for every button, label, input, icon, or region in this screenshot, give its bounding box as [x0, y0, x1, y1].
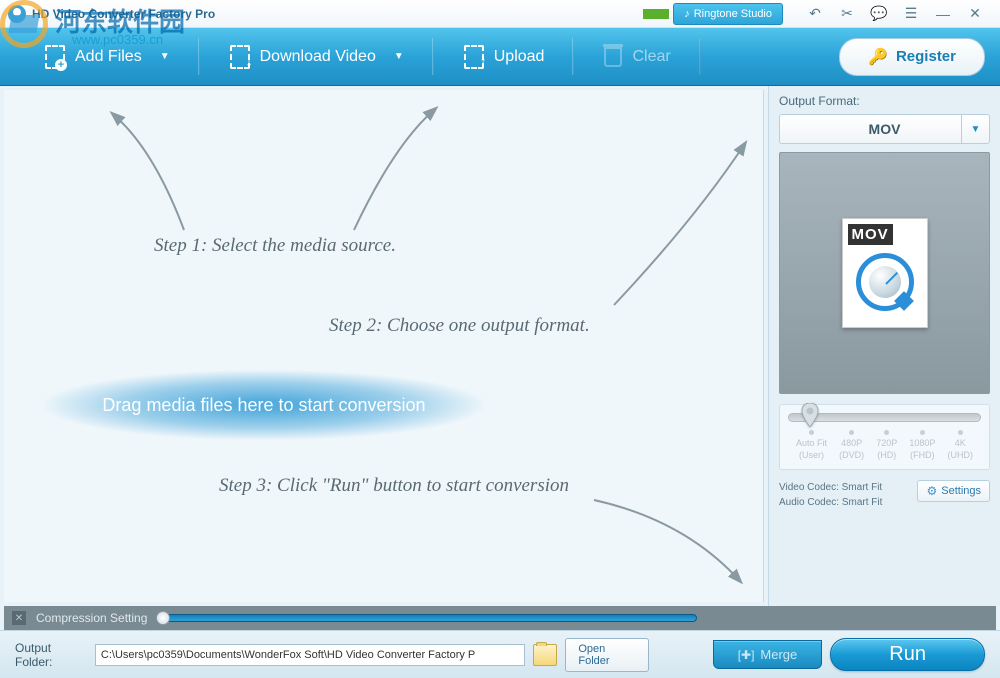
upload-icon	[464, 45, 484, 69]
sidebar: Output Format: MOV ▼ MOV Auto Fit(User) …	[768, 86, 1000, 606]
compression-bar: ✕ Compression Setting	[4, 606, 996, 630]
chevron-down-icon: ▼	[394, 51, 404, 62]
output-format-select[interactable]: MOV ▼	[779, 114, 990, 144]
merge-icon: [✚]	[738, 648, 755, 662]
compression-close-icon[interactable]: ✕	[12, 611, 26, 625]
quality-slider[interactable]	[788, 413, 981, 422]
main-toolbar: Add Files ▼ Download Video ▼ Upload Clea…	[0, 28, 1000, 86]
clear-button[interactable]: Clear	[574, 28, 700, 85]
slider-thumb-icon[interactable]	[801, 403, 819, 427]
add-files-button[interactable]: Add Files ▼	[15, 28, 200, 85]
register-button[interactable]: 🔑 Register	[839, 38, 985, 76]
bottom-bar: Output Folder: Open Folder [✚] Merge Run	[0, 630, 1000, 678]
format-preview: MOV	[779, 152, 990, 394]
codec-info: Video Codec: Smart Fit Audio Codec: Smar…	[779, 480, 882, 510]
quality-panel: Auto Fit(User) 480P(DVD) 720P(HD) 1080P(…	[779, 404, 990, 470]
title-bar: HD Video Converter Factory Pro ♪ Rington…	[0, 0, 1000, 28]
screenshot-icon[interactable]: ✂	[840, 7, 854, 21]
browse-folder-button[interactable]	[533, 644, 557, 666]
ringtone-studio-button[interactable]: ♪ Ringtone Studio	[673, 3, 783, 25]
key-icon: 🔑	[868, 47, 888, 67]
quality-options: Auto Fit(User) 480P(DVD) 720P(HD) 1080P(…	[788, 430, 981, 461]
add-file-icon	[45, 45, 65, 69]
output-format-label: Output Format:	[779, 94, 990, 108]
quality-480p[interactable]: 480P(DVD)	[839, 430, 864, 461]
close-icon[interactable]: ✕	[968, 7, 982, 21]
slider-thumb-icon[interactable]	[156, 611, 170, 625]
merge-button[interactable]: [✚] Merge	[713, 640, 823, 669]
app-icon	[8, 5, 26, 23]
hint-step3: Step 3: Click "Run" button to start conv…	[219, 475, 569, 497]
quality-autofit[interactable]: Auto Fit(User)	[796, 430, 827, 461]
trash-icon	[604, 47, 622, 67]
drop-area[interactable]: Step 1: Select the media source. Step 2:…	[4, 90, 764, 602]
hint-step1: Step 1: Select the media source.	[154, 235, 396, 257]
output-folder-label: Output Folder:	[15, 641, 87, 669]
compression-slider[interactable]	[157, 614, 697, 622]
upload-button[interactable]: Upload	[434, 28, 575, 85]
mov-format-icon: MOV	[842, 218, 928, 328]
menu-icon[interactable]: ☰	[904, 7, 918, 21]
settings-button[interactable]: ⚙ Settings	[917, 480, 990, 502]
open-folder-button[interactable]: Open Folder	[565, 638, 648, 672]
chevron-down-icon: ▼	[961, 115, 989, 143]
hint-step2: Step 2: Choose one output format.	[329, 315, 590, 337]
message-icon[interactable]: 💬	[872, 7, 886, 21]
gear-icon: ⚙	[926, 484, 937, 498]
new-badge-icon	[643, 9, 669, 19]
quality-720p[interactable]: 720P(HD)	[876, 430, 897, 461]
chevron-down-icon: ▼	[160, 51, 170, 62]
minimize-icon[interactable]: —	[936, 7, 950, 21]
quality-1080p[interactable]: 1080P(FHD)	[909, 430, 935, 461]
download-icon	[230, 45, 250, 69]
undo-icon[interactable]: ↶	[808, 7, 822, 21]
quality-4k[interactable]: 4K(UHD)	[947, 430, 973, 461]
drag-hint: Drag media files here to start conversio…	[44, 370, 484, 440]
app-title: HD Video Converter Factory Pro	[32, 7, 215, 21]
output-folder-input[interactable]	[95, 644, 525, 666]
download-video-button[interactable]: Download Video ▼	[200, 28, 434, 85]
compression-label: Compression Setting	[36, 611, 147, 625]
music-note-icon: ♪	[684, 8, 690, 20]
run-button[interactable]: Run	[830, 638, 985, 671]
